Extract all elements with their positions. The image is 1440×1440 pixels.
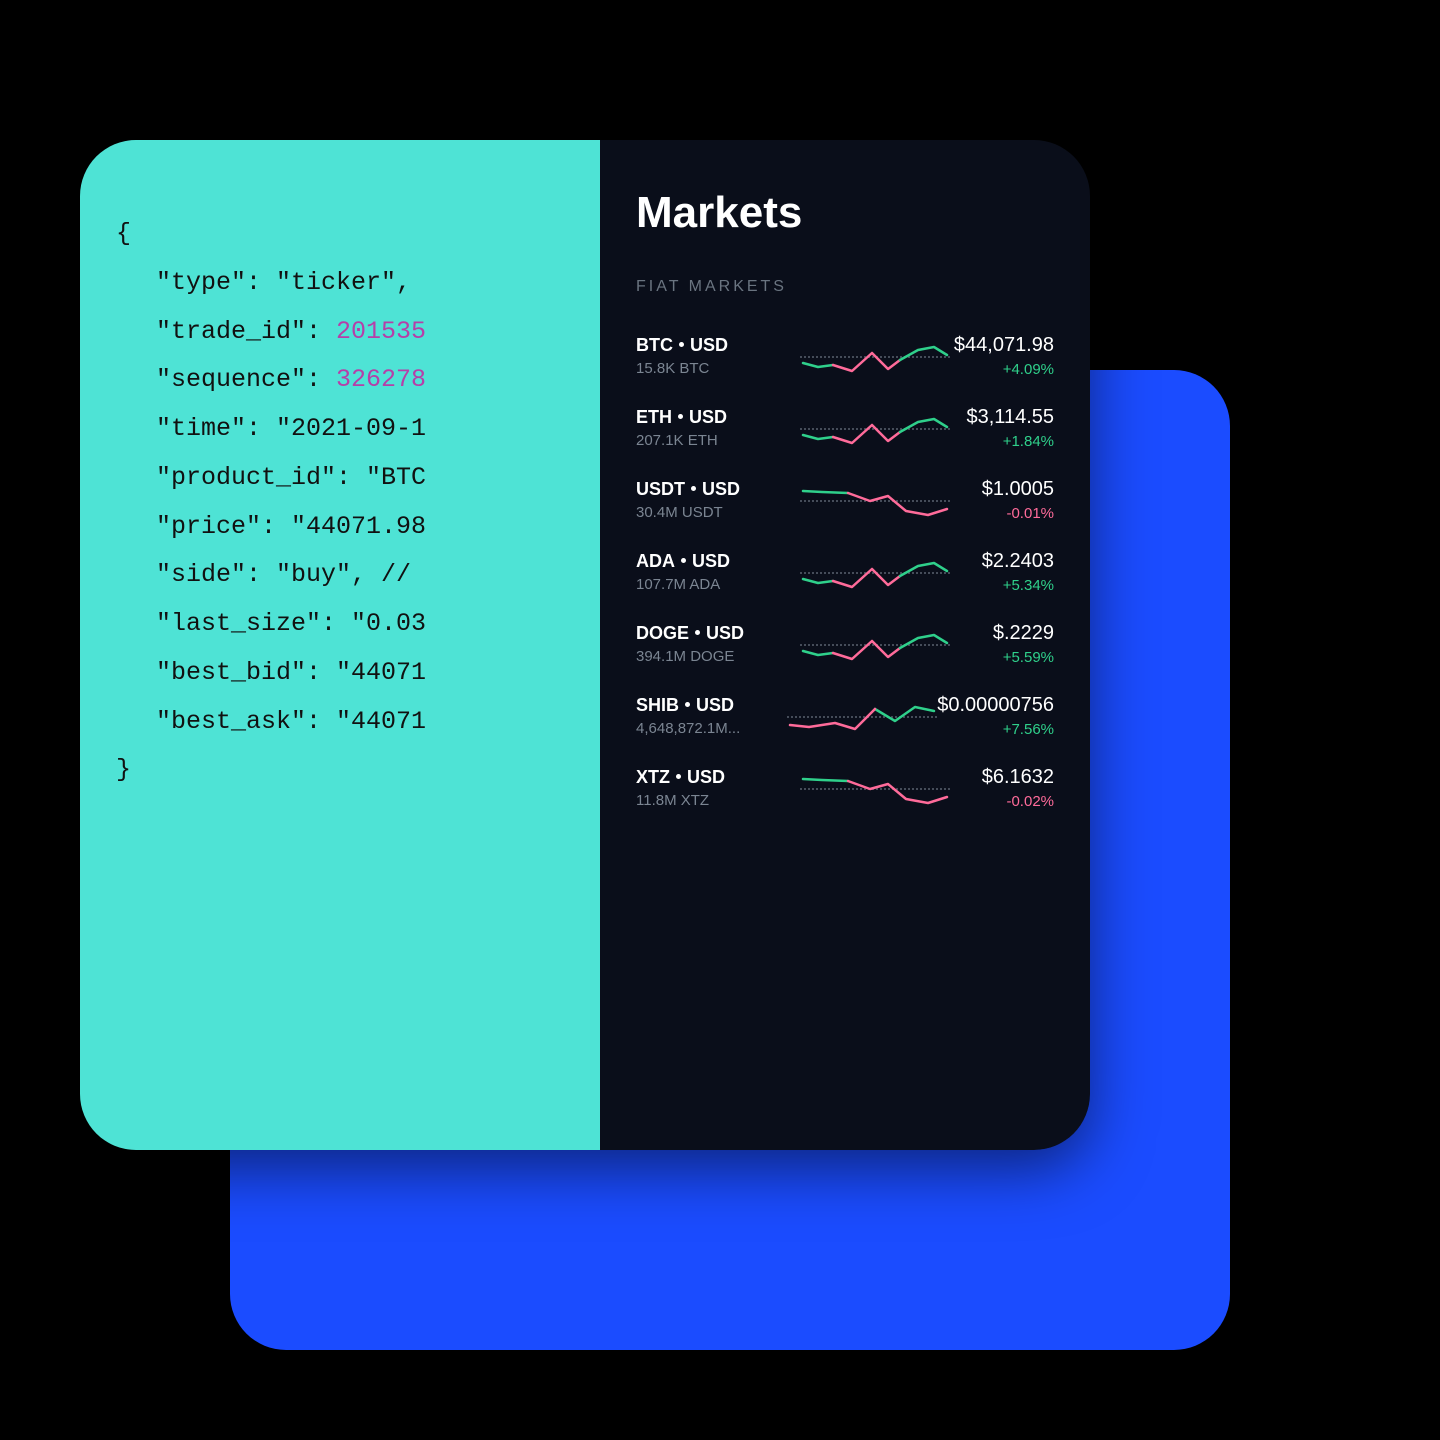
market-pair-cell: BTCUSD 15.8K BTC bbox=[636, 335, 800, 377]
market-price-cell: $44,071.98 +4.09% bbox=[950, 334, 1054, 378]
market-row[interactable]: ADAUSD 107.7M ADA $2.2403 +5.34% bbox=[636, 536, 1054, 608]
market-pair: DOGEUSD bbox=[636, 623, 800, 644]
dot-icon bbox=[695, 630, 700, 635]
market-price-cell: $1.0005 -0.01% bbox=[950, 478, 1054, 522]
market-pair-cell: USDTUSD 30.4M USDT bbox=[636, 479, 800, 521]
market-pair: USDTUSD bbox=[636, 479, 800, 500]
sparkline bbox=[800, 479, 950, 521]
json-ticker-code: { "type": "ticker", "trade_id": 201535 "… bbox=[116, 210, 600, 795]
market-volume: 107.7M ADA bbox=[636, 576, 800, 593]
dot-icon bbox=[678, 414, 683, 419]
market-pair: ETHUSD bbox=[636, 407, 800, 428]
market-pair: BTCUSD bbox=[636, 335, 800, 356]
dot-icon bbox=[691, 486, 696, 491]
market-volume: 4,648,872.1M... bbox=[636, 720, 787, 737]
market-volume: 11.8M XTZ bbox=[636, 792, 800, 809]
market-pair-cell: ADAUSD 107.7M ADA bbox=[636, 551, 800, 593]
dot-icon bbox=[676, 774, 681, 779]
market-change: -0.01% bbox=[950, 505, 1054, 522]
market-pair: ADAUSD bbox=[636, 551, 800, 572]
markets-title: Markets bbox=[636, 188, 1054, 238]
market-row[interactable]: ETHUSD 207.1K ETH $3,114.55 +1.84% bbox=[636, 392, 1054, 464]
market-pair-cell: DOGEUSD 394.1M DOGE bbox=[636, 623, 800, 665]
markets-list: BTCUSD 15.8K BTC $44,071.98 +4.09% ETHUSD 207… bbox=[636, 320, 1054, 824]
market-price-cell: $0.00000756 +7.56% bbox=[937, 694, 1054, 738]
sparkline bbox=[800, 407, 950, 449]
market-change: +4.09% bbox=[950, 361, 1054, 378]
market-volume: 207.1K ETH bbox=[636, 432, 800, 449]
dot-icon bbox=[679, 342, 684, 347]
market-row[interactable]: XTZUSD 11.8M XTZ $6.1632 -0.02% bbox=[636, 752, 1054, 824]
dot-icon bbox=[685, 702, 690, 707]
market-price-cell: $6.1632 -0.02% bbox=[950, 766, 1054, 810]
market-price-cell: $2.2403 +5.34% bbox=[950, 550, 1054, 594]
sparkline bbox=[800, 551, 950, 593]
market-change: -0.02% bbox=[950, 793, 1054, 810]
markets-pane: Markets FIAT MARKETS BTCUSD 15.8K BTC $44,… bbox=[600, 140, 1090, 1150]
market-row[interactable]: SHIBUSD 4,648,872.1M... $0.00000756 +7.56% bbox=[636, 680, 1054, 752]
market-change: +1.84% bbox=[950, 433, 1054, 450]
sparkline bbox=[787, 695, 937, 737]
market-price: $44,071.98 bbox=[950, 334, 1054, 357]
market-row[interactable]: USDTUSD 30.4M USDT $1.0005 -0.01% bbox=[636, 464, 1054, 536]
market-price-cell: $3,114.55 +1.84% bbox=[950, 406, 1054, 450]
markets-subhead: FIAT MARKETS bbox=[636, 278, 1054, 296]
market-change: +5.34% bbox=[950, 577, 1054, 594]
market-price: $2.2403 bbox=[950, 550, 1054, 573]
market-pair: XTZUSD bbox=[636, 767, 800, 788]
market-volume: 30.4M USDT bbox=[636, 504, 800, 521]
sparkline bbox=[800, 335, 950, 377]
market-change: +5.59% bbox=[950, 649, 1054, 666]
market-price: $0.00000756 bbox=[937, 694, 1054, 717]
market-price: $1.0005 bbox=[950, 478, 1054, 501]
market-row[interactable]: BTCUSD 15.8K BTC $44,071.98 +4.09% bbox=[636, 320, 1054, 392]
market-pair: SHIBUSD bbox=[636, 695, 787, 716]
sparkline bbox=[800, 623, 950, 665]
market-volume: 394.1M DOGE bbox=[636, 648, 800, 665]
market-pair-cell: ETHUSD 207.1K ETH bbox=[636, 407, 800, 449]
market-change: +7.56% bbox=[937, 721, 1054, 738]
dot-icon bbox=[681, 558, 686, 563]
market-price-cell: $.2229 +5.59% bbox=[950, 622, 1054, 666]
main-card: { "type": "ticker", "trade_id": 201535 "… bbox=[80, 140, 1090, 1150]
market-row[interactable]: DOGEUSD 394.1M DOGE $.2229 +5.59% bbox=[636, 608, 1054, 680]
market-pair-cell: XTZUSD 11.8M XTZ bbox=[636, 767, 800, 809]
market-price: $6.1632 bbox=[950, 766, 1054, 789]
sparkline bbox=[800, 767, 950, 809]
code-pane: { "type": "ticker", "trade_id": 201535 "… bbox=[80, 140, 600, 1150]
market-volume: 15.8K BTC bbox=[636, 360, 800, 377]
market-price: $.2229 bbox=[950, 622, 1054, 645]
market-price: $3,114.55 bbox=[950, 406, 1054, 429]
market-pair-cell: SHIBUSD 4,648,872.1M... bbox=[636, 695, 787, 737]
